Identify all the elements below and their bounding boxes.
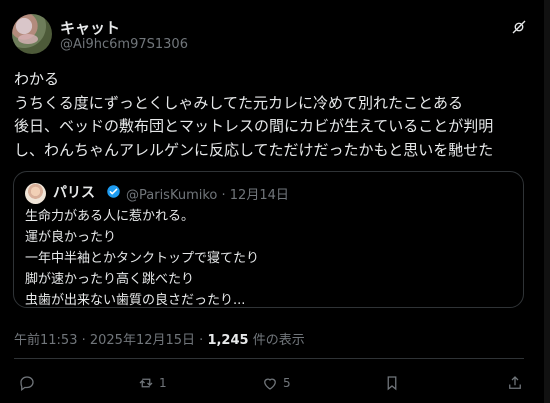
repost-button[interactable]: 1: [137, 374, 167, 392]
divider: [14, 358, 524, 359]
like-icon: [264, 378, 276, 390]
tweet-text: わかる うちくる度にずっとくしゃみしてた元カレに冷めて別れたことある 後日、ベッ…: [14, 70, 494, 159]
repost-icon: [139, 378, 153, 388]
bookmark-icon: [387, 376, 397, 391]
quote-author-name: パリス: [53, 185, 95, 201]
scrollbar-track: [544, 0, 550, 403]
author-handle[interactable]: @Ai9hc6m97S1306: [60, 37, 188, 52]
quoted-tweet[interactable]: パリス @ParisKumiko · 12月14日 生命力がある人に惹かれる。 …: [13, 171, 524, 308]
quote-avatar: [25, 183, 46, 204]
bookmark-button[interactable]: [383, 374, 401, 392]
like-button[interactable]: 5: [261, 374, 291, 392]
quote-handle: @ParisKumiko: [126, 188, 218, 203]
reply-button[interactable]: [18, 374, 36, 392]
share-button[interactable]: [506, 374, 524, 392]
reply-icon: [20, 376, 34, 392]
like-count: 5: [283, 376, 291, 390]
timestamp[interactable]: 午前11:53 · 2025年12月15日 ·: [14, 333, 207, 348]
quote-meta: @ParisKumiko · 12月14日: [126, 188, 289, 203]
tag-slash-icon[interactable]: [510, 18, 528, 36]
verified-badge-icon: [107, 185, 120, 198]
post-metadata: 午前11:53 · 2025年12月15日 · 1,245 件の表示: [14, 329, 305, 348]
share-icon: [509, 376, 521, 389]
repost-count: 1: [159, 376, 167, 390]
quote-date: 12月14日: [229, 188, 289, 203]
view-label: 件の表示: [248, 333, 305, 348]
view-count: 1,245: [207, 333, 249, 348]
author-name[interactable]: キャット: [60, 17, 120, 38]
author-avatar[interactable]: [12, 14, 52, 54]
quote-text: 生命力がある人に惹かれる。 運が良かったり 一年中半袖とかタンクトップで寝てたり…: [25, 209, 260, 308]
